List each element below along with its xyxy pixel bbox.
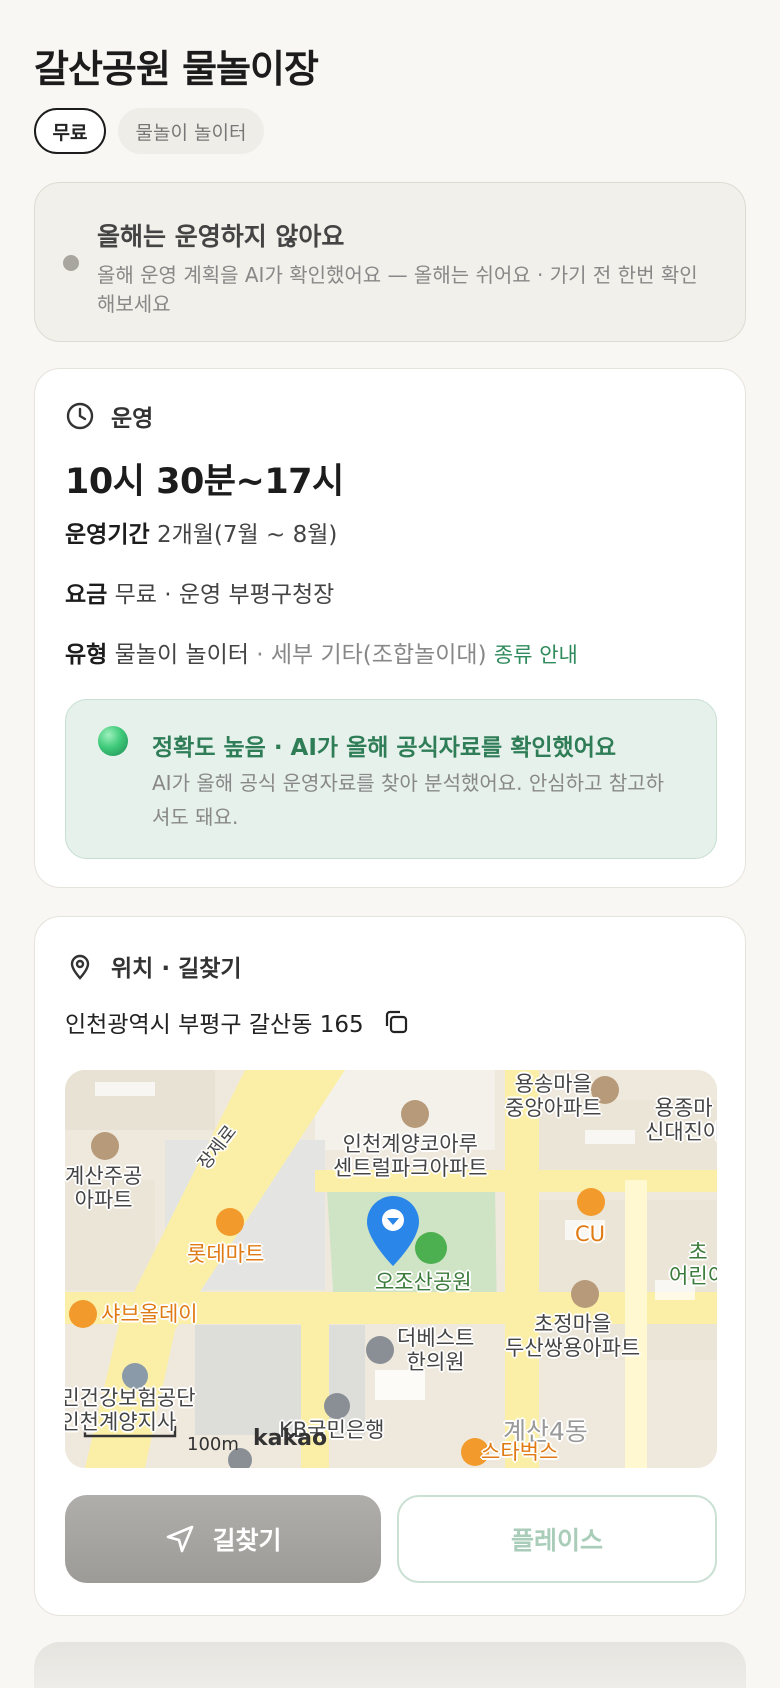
directions-button-label: 길찾기 xyxy=(212,1526,282,1555)
next-card-preview xyxy=(34,1642,746,1688)
type-detail: · 세부 기타(조합놀이대) xyxy=(256,642,487,668)
notice-description: 올해 운영 계획을 AI가 확인했어요 — 올해는 쉬어요 · 가기 전 한번 … xyxy=(97,263,698,316)
map-label-central-park: 인천계양코아루 센트럴파크아파트 xyxy=(333,1132,488,1180)
period-value: 2개월(7월 ~ 8월) xyxy=(156,522,338,548)
map-label-gyesan: 계산주공 아파트 xyxy=(65,1164,143,1212)
fee-label: 요금 xyxy=(65,582,108,608)
accuracy-description: AI가 올해 공식 운영자료를 찾아 분석했어요. 안심하고 참고하셔도 돼요. xyxy=(152,771,665,829)
fee-chip[interactable]: 무료 xyxy=(34,108,106,154)
map-provider-logo: kakao xyxy=(253,1426,328,1451)
clock-icon xyxy=(66,402,94,430)
type-row: 유형 물놀이 놀이터 · 세부 기타(조합놀이대) 종류 안내 xyxy=(65,635,578,669)
location-map[interactable]: 용송마을 중앙아파트 용종마 신대진아 인천계양코아루 센트럴파크아파트 계산주공 아파… xyxy=(65,1070,717,1468)
place-button[interactable]: 플레이스 xyxy=(397,1495,717,1583)
period-row: 운영기간 2개월(7월 ~ 8월) xyxy=(65,515,337,549)
map-label-yongsong: 용송마을 중앙아파트 xyxy=(505,1072,602,1120)
address-text: 인천광역시 부평구 갈산동 165 xyxy=(65,1012,364,1038)
operation-notice-card: 올해는 운영하지 않아요 올해 운영 계획을 AI가 확인했어요 — 올해는 쉬… xyxy=(34,182,746,342)
fee-value: 무료 · 운영 부평구청장 xyxy=(114,582,335,608)
map-scale: 100m xyxy=(187,1434,239,1455)
location-section-label: 위치 · 길찾기 xyxy=(111,956,242,982)
navigation-arrow-icon xyxy=(167,1525,194,1553)
status-dot-icon xyxy=(63,255,79,271)
page-title: 갈산공원 물놀이장 xyxy=(34,47,319,91)
notice-title: 올해는 운영하지 않아요 xyxy=(97,222,345,251)
operating-time: 10시 30분~17시 xyxy=(65,462,344,502)
map-label-cu: CU xyxy=(575,1222,606,1246)
location-card: 위치 · 길찾기 인천광역시 부평구 갈산동 165 용송마을 중앙아파트 용종… xyxy=(34,916,746,1616)
address-row: 인천광역시 부평구 갈산동 165 xyxy=(65,1005,410,1039)
map-label-nhis: 국민건강보험공단인천계양지사 xyxy=(65,1386,196,1434)
hours-card: 운영 10시 30분~17시 운영기간 2개월(7월 ~ 8월) 요금 무료 ·… xyxy=(34,368,746,888)
type-guide-link[interactable]: 종류 안내 xyxy=(494,643,578,667)
accuracy-title: 정확도 높음 · AI가 올해 공식자료를 확인했어요 xyxy=(152,735,617,761)
map-label-starbucks: 스타벅스 xyxy=(481,1440,559,1464)
map-label-lotte-mart: 롯데마트 xyxy=(187,1242,265,1266)
page: 갈산공원 물놀이장 무료 물놀이 놀이터 올해는 운영하지 않아요 올해 운영 … xyxy=(0,0,780,1688)
type-chip[interactable]: 물놀이 놀이터 xyxy=(118,108,264,154)
hours-section-label: 운영 xyxy=(111,406,154,432)
fee-row: 요금 무료 · 운영 부평구청장 xyxy=(65,575,334,609)
period-label: 운영기간 xyxy=(65,522,150,548)
location-section-header: 위치 · 길찾기 xyxy=(65,949,242,983)
map-label-school: 초어린이 xyxy=(669,1240,717,1288)
hours-section-header: 운영 xyxy=(65,399,153,433)
directions-button[interactable]: 길찾기 xyxy=(65,1495,381,1583)
map-label-shabu: 샤브올데이 xyxy=(101,1302,198,1326)
location-pin-icon xyxy=(70,954,90,980)
map-label-park: 오조산공원 xyxy=(375,1270,472,1294)
copy-icon[interactable] xyxy=(382,1008,410,1036)
type-label: 유형 xyxy=(65,642,108,668)
type-value: 물놀이 놀이터 xyxy=(114,642,249,668)
accuracy-indicator-icon xyxy=(98,726,128,756)
map-label-clinic: 더베스트 한의원 xyxy=(397,1326,475,1374)
accuracy-panel: 정확도 높음 · AI가 올해 공식자료를 확인했어요 AI가 올해 공식 운영… xyxy=(65,699,717,859)
map-label-yongjong: 용종마 신대진아 xyxy=(645,1096,717,1144)
map-label-chojeong: 초정마을 두산쌍용아파트 xyxy=(505,1312,641,1360)
